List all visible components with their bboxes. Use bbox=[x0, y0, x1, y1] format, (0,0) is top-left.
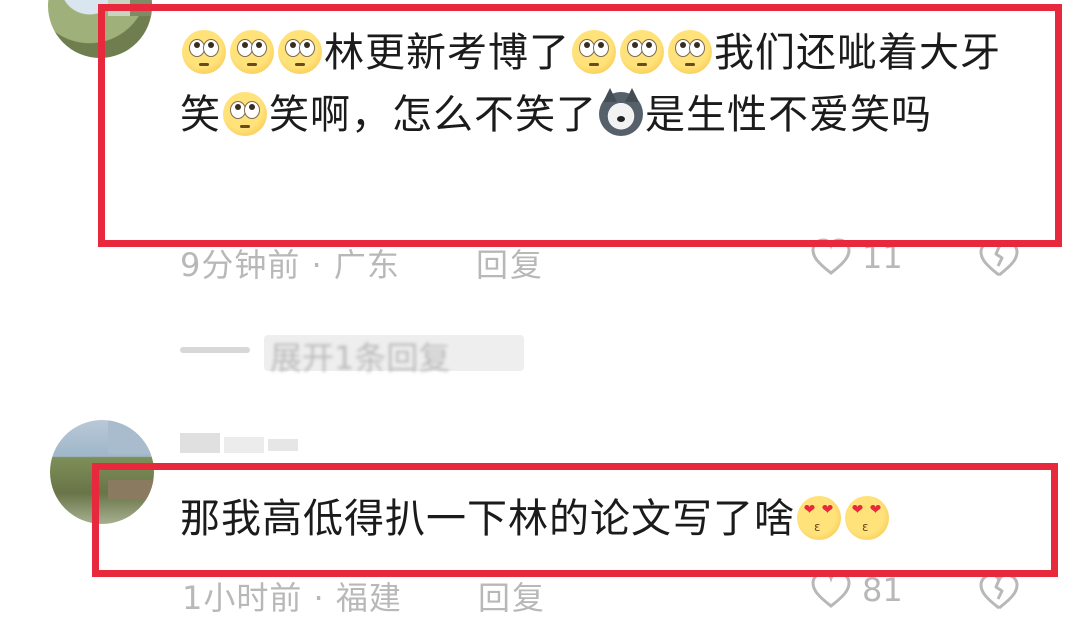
flushed-face-emoji-icon bbox=[572, 30, 616, 74]
comment-text-segment: 是生性不爱笑吗 bbox=[645, 92, 932, 138]
dislike-button[interactable] bbox=[978, 573, 1020, 615]
reply-button[interactable]: 回复 bbox=[478, 573, 546, 619]
dislike-button[interactable] bbox=[978, 240, 1020, 282]
comment-text-segment: 那我高低得扒一下林的论文写了啥 bbox=[180, 496, 795, 542]
heart-outline-icon bbox=[810, 238, 852, 276]
flushed-face-emoji-icon bbox=[230, 30, 274, 74]
flushed-face-emoji-icon bbox=[668, 30, 712, 74]
pixelation bbox=[108, 420, 154, 454]
heart-eyes-kiss-emoji-icon: ❤ ❤ ε bbox=[797, 496, 841, 540]
like-count: 81 bbox=[862, 571, 903, 609]
comment-meta: 9分钟前 · 广东 bbox=[180, 246, 400, 284]
pixelation bbox=[224, 437, 264, 453]
like-button[interactable]: 11 bbox=[810, 238, 903, 276]
flushed-face-emoji-icon bbox=[182, 30, 226, 74]
pixelation bbox=[108, 480, 154, 500]
pixelation bbox=[130, 0, 152, 16]
like-button[interactable]: 81 bbox=[810, 571, 903, 609]
broken-heart-icon bbox=[978, 573, 1020, 615]
flushed-face-emoji-icon bbox=[620, 30, 664, 74]
pixelation bbox=[108, 0, 130, 16]
expand-replies[interactable]: 展开1条回复 bbox=[180, 333, 540, 377]
comment-text: 林更新考博了 我们还呲着大牙笑 笑啊，怎么不笑了 是生性不爱笑吗 bbox=[180, 22, 1030, 146]
like-count: 11 bbox=[862, 238, 903, 276]
heart-outline-icon bbox=[810, 571, 852, 609]
comment-text: 那我高低得扒一下林的论文写了啥 ❤ ❤ ε ❤ ❤ ε bbox=[180, 489, 1030, 549]
flushed-face-emoji-icon bbox=[223, 92, 267, 136]
comment-text-segment: 林更新考博了 bbox=[324, 30, 570, 76]
pixelation bbox=[180, 433, 220, 453]
broken-heart-icon bbox=[978, 240, 1020, 282]
pixelation bbox=[268, 439, 298, 451]
comment-meta: 1小时前 · 福建 bbox=[182, 579, 402, 617]
blur-mask bbox=[180, 347, 250, 353]
heart-eyes-kiss-emoji-icon: ❤ ❤ ε bbox=[845, 496, 889, 540]
username[interactable] bbox=[180, 433, 310, 455]
reply-button[interactable]: 回复 bbox=[476, 240, 544, 286]
expand-replies-label: 展开1条回复 bbox=[270, 339, 451, 377]
comment-text-segment: 笑啊，怎么不笑了 bbox=[269, 92, 597, 138]
flushed-face-emoji-icon bbox=[278, 30, 322, 74]
husky-dog-emoji-icon bbox=[599, 88, 643, 136]
avatar[interactable] bbox=[50, 420, 154, 524]
avatar[interactable] bbox=[48, 0, 152, 58]
